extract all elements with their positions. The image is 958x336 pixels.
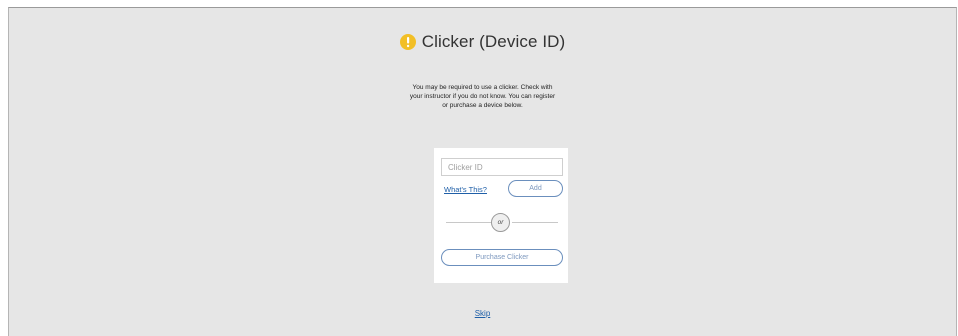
clicker-description: You may be required to use a clicker. Ch… [409, 84, 556, 109]
divider-left [446, 222, 492, 223]
divider-right [512, 222, 558, 223]
add-button[interactable]: Add [508, 180, 563, 197]
page-frame: Clicker (Device ID) You may be required … [8, 7, 957, 336]
page-title: Clicker (Device ID) [421, 32, 566, 51]
purchase-clicker-button[interactable]: Purchase Clicker [441, 249, 563, 266]
warning-icon [399, 34, 416, 50]
page-header: Clicker (Device ID) [9, 32, 956, 54]
skip-link-row: Skip [9, 309, 956, 318]
title-group: Clicker (Device ID) [399, 32, 566, 52]
whats-this-link[interactable]: What's This? [444, 185, 487, 194]
or-separator: or [491, 213, 510, 232]
skip-link[interactable]: Skip [475, 309, 491, 318]
clicker-id-input[interactable] [441, 158, 563, 176]
clicker-card: What's This? Add or Purchase Clicker [434, 148, 568, 283]
